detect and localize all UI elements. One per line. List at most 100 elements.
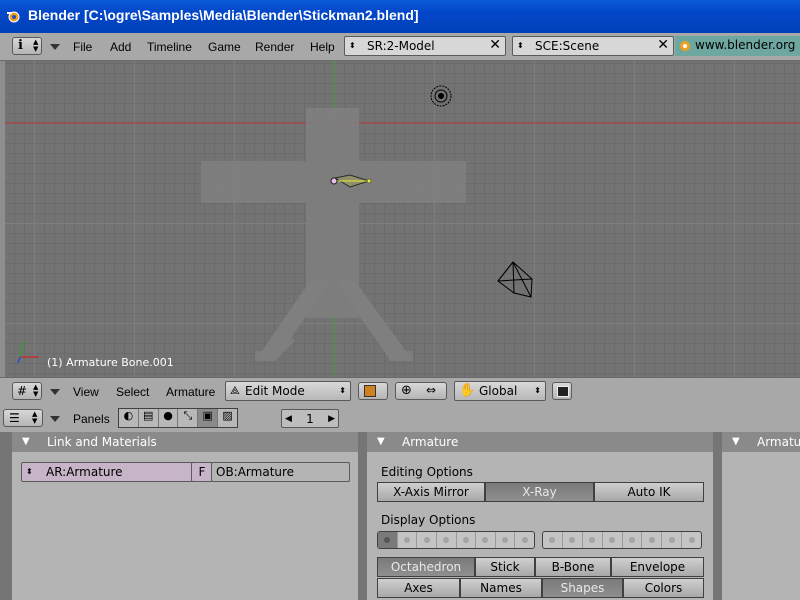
draw-stick-toggle[interactable]: Stick [475,557,535,577]
panel-header[interactable]: ▼ Armatu [722,432,800,452]
3d-viewport[interactable]: (1) Armature Bone.001 [5,61,800,377]
panel-title: Link and Materials [47,435,157,449]
hand-icon: ✋ [459,383,476,398]
screen-name: SR:2-Model [367,39,435,53]
menu-view[interactable]: View [73,385,99,399]
close-icon[interactable]: ✕ [489,36,501,54]
layer-toggle[interactable] [437,532,457,548]
object-info-text: (1) Armature Bone.001 [47,356,174,369]
menu-select[interactable]: Select [116,385,149,399]
layer-toggle[interactable] [623,532,643,548]
menu-game[interactable]: Game [208,40,241,54]
scene-icon[interactable]: ▨ [218,409,237,427]
fake-user-button[interactable]: F [191,462,213,482]
camera-icon [497,261,533,298]
panels-menu[interactable]: Panels [73,412,110,426]
draw-octahedron-toggle[interactable]: Octahedron [377,557,475,577]
collapse-menu-icon[interactable] [50,416,60,422]
snap-icon: ⇔ [426,383,437,397]
layer-toggle[interactable] [378,532,398,548]
layer-toggle[interactable] [515,532,534,548]
layer-toggle[interactable] [662,532,683,548]
menu-file[interactable]: File [73,40,92,54]
scene-selector[interactable]: ⬍ SCE:Scene ✕ [512,36,674,56]
mode-selector[interactable]: ⟁ Edit Mode ⬍ [225,381,351,401]
cube-icon [364,385,376,397]
shading-icon[interactable]: ● [159,409,179,427]
blender-logo-icon [680,41,690,51]
draw-envelope-toggle[interactable]: Envelope [611,557,704,577]
draw-type-button[interactable] [358,382,388,400]
collapse-menu-icon[interactable] [50,389,60,395]
menu-armature[interactable]: Armature [166,385,215,399]
layer-toggle[interactable] [682,532,701,548]
viewport-canvas[interactable] [5,61,800,377]
x-ray-toggle[interactable]: X-Ray [485,482,594,502]
collapse-menu-icon[interactable] [50,44,60,50]
window-title: Blender [C:\ogre\Samples\Media\Blender\S… [28,7,419,23]
script-icon[interactable]: ▤ [139,409,159,427]
armature-panel: ▼ Armature Editing Options X-Axis Mirror… [367,432,713,600]
render-icon [557,386,569,397]
screen-selector[interactable]: ⬍ SR:2-Model ✕ [344,36,506,56]
collapse-triangle-icon[interactable]: ▼ [22,432,30,452]
blender-logo-icon [7,11,20,23]
menu-help[interactable]: Help [310,40,335,54]
layer-toggle[interactable] [417,532,437,548]
axis-widget-icon [17,341,39,364]
draw-axes-toggle[interactable]: Axes [377,578,460,598]
layer-toggle[interactable] [543,532,563,548]
x-axis-mirror-toggle[interactable]: X-Axis Mirror [377,482,485,502]
orientation-label: Global [479,384,518,398]
draw-names-toggle[interactable]: Names [460,578,542,598]
panel-header[interactable]: ▼ Link and Materials [12,432,358,452]
close-icon[interactable]: ✕ [657,36,669,54]
editing-icon[interactable]: ▣ [198,409,219,427]
panel-header[interactable]: ▼ Armature [367,432,713,452]
render-button[interactable] [552,382,572,400]
menu-add[interactable]: Add [110,40,131,54]
menu-render[interactable]: Render [255,40,294,54]
panel-title: Armatu [757,435,800,449]
buttons-editor-icon: ☰ [9,411,20,425]
draw-colors-toggle[interactable]: Colors [623,578,704,598]
armature-datablock-field[interactable]: ⬍ AR:Armature [21,462,193,482]
auto-ik-toggle[interactable]: Auto IK [594,482,704,502]
layer-toggle[interactable] [496,532,516,548]
layer-toggle[interactable] [603,532,623,548]
pivot-button[interactable]: ⊕ ⇔ [395,382,447,400]
editor-type-button[interactable]: # ▲ ▼ [12,382,42,400]
draw-bbone-toggle[interactable]: B-Bone [535,557,611,577]
layer-toggle[interactable] [563,532,583,548]
object-icon[interactable]: ⤡ [178,409,199,427]
editing-options-label: Editing Options [381,465,473,479]
edit-mode-icon: ⟁ [230,384,240,397]
bone-layers-1-8[interactable] [377,531,535,549]
draw-shapes-toggle[interactable]: Shapes [542,578,623,598]
url-box[interactable]: www.blender.org 2 [675,36,800,56]
menu-timeline[interactable]: Timeline [147,40,192,54]
frame-counter[interactable]: ◀ 1 ▶ [281,409,339,428]
mode-label: Edit Mode [245,384,305,398]
editor-type-button[interactable]: ☰ ▲ ▼ [3,409,43,427]
layer-toggle[interactable] [583,532,603,548]
pivot-icon: ⊕ [401,383,412,398]
collapse-triangle-icon[interactable]: ▼ [377,432,385,452]
arrow-right-icon[interactable]: ▶ [328,410,335,428]
info-icon: i [18,38,23,53]
layer-toggle[interactable] [476,532,496,548]
updown-icon: ⬍ [534,386,541,395]
editor-type-button[interactable]: i ▲ ▼ [12,37,42,55]
layer-toggle[interactable] [642,532,663,548]
layer-toggle[interactable] [457,532,477,548]
layer-toggle[interactable] [398,532,418,548]
arrow-left-icon[interactable]: ◀ [285,410,292,428]
updown-icon: ⬍ [339,386,346,395]
logic-icon[interactable]: ◐ [119,409,139,427]
bone-layers-9-16[interactable] [542,531,702,549]
lamp-icon [430,85,452,107]
object-name-field[interactable]: OB:Armature [211,462,350,482]
orientation-selector[interactable]: ✋ Global ⬍ [454,381,546,401]
updown-icon: ⬍ [26,467,33,476]
collapse-triangle-icon[interactable]: ▼ [732,432,740,452]
